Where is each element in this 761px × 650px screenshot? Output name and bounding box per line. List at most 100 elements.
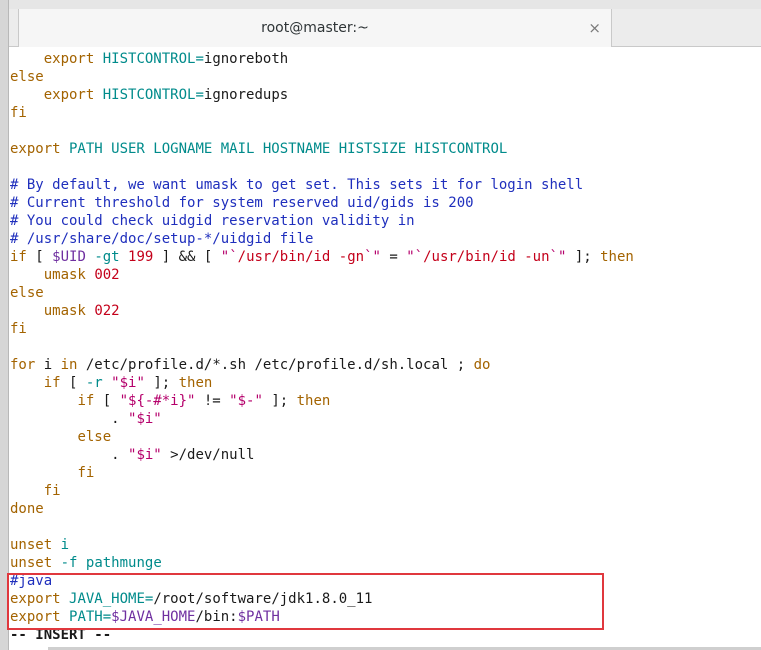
code-line: . "$i" — [10, 410, 761, 428]
code-line: #java — [10, 572, 761, 590]
code-token: [ — [94, 393, 120, 409]
code-token: if — [77, 393, 95, 409]
code-token: for — [10, 357, 36, 373]
code-token: umask — [43, 303, 86, 319]
code-token: unset — [10, 537, 53, 553]
code-token: . — [10, 411, 129, 427]
code-token: ] && [ — [153, 249, 221, 265]
code-token: i — [60, 537, 70, 553]
code-line: fi — [10, 104, 761, 122]
code-token: = — [380, 249, 407, 265]
code-token: export — [43, 51, 95, 67]
window-title: root@master:~ — [261, 20, 369, 36]
code-token: if — [10, 249, 27, 265]
code-line: fi — [10, 464, 761, 482]
code-line: if [ "${-#*i}" != "$-" ]; then — [10, 392, 761, 410]
code-token: if — [43, 375, 61, 391]
code-token: fi — [43, 483, 61, 499]
code-line: # You could check uidgid reservation val… — [10, 212, 761, 230]
code-token: `" — [364, 249, 381, 265]
code-token: #java — [10, 573, 53, 589]
code-token: "${-#*i}" — [119, 393, 196, 409]
code-token: -f — [60, 555, 78, 571]
code-token: HISTCONTROL= — [102, 51, 204, 67]
code-token: else — [10, 69, 44, 85]
code-line: umask 002 — [10, 266, 761, 284]
terminal-tab[interactable]: root@master:~ × — [18, 9, 612, 47]
code-line: unset i — [10, 536, 761, 554]
code-token: "` — [220, 249, 238, 265]
code-token: "$i" — [128, 447, 162, 463]
code-token: $PATH — [237, 609, 280, 625]
code-line: else — [10, 68, 761, 86]
code-token: # By default, we want umask to get set. … — [10, 177, 584, 193]
code-line: export PATH=$JAVA_HOME/bin:$PATH — [10, 608, 761, 626]
code-token: fi — [77, 465, 95, 481]
code-token: done — [10, 501, 44, 517]
code-token: in — [60, 357, 78, 373]
top-frame — [0, 0, 761, 9]
code-token: 022 — [94, 303, 120, 319]
code-token: PATH USER LOGNAME MAIL HOSTNAME HISTSIZE… — [60, 141, 508, 157]
code-token: then — [600, 249, 634, 265]
code-token: /root/software/jdk1.8.0_11 — [153, 591, 373, 607]
code-token: HISTCONTROL= — [102, 87, 204, 103]
code-token: ignoreboth — [203, 51, 289, 67]
code-token: then — [296, 393, 331, 409]
code-token: # /usr/share/doc/setup-*/uidgid file — [10, 231, 314, 247]
code-token: then — [178, 375, 213, 391]
code-token: else — [10, 285, 44, 301]
code-token: [ — [60, 375, 86, 391]
code-token: "$-" — [229, 393, 263, 409]
code-token: export — [10, 141, 61, 157]
code-token: "` — [406, 249, 424, 265]
code-line: if [ -r "$i" ]; then — [10, 374, 761, 392]
code-token: 199 — [128, 249, 154, 265]
code-token: -r — [85, 375, 103, 391]
code-line: umask 022 — [10, 302, 761, 320]
code-token: ignoredups — [203, 87, 289, 103]
code-token: export — [43, 87, 95, 103]
code-token: umask — [43, 267, 86, 283]
code-token: -- INSERT -- — [10, 627, 112, 643]
code-token: export — [10, 591, 61, 607]
code-token: else — [77, 429, 112, 445]
code-line: export HISTCONTROL=ignoredups — [10, 86, 761, 104]
code-token: export — [10, 609, 61, 625]
code-token: ]; — [262, 393, 297, 409]
code-token: fi — [10, 321, 27, 337]
code-line: export PATH USER LOGNAME MAIL HOSTNAME H… — [10, 140, 761, 158]
left-window-edge — [0, 0, 9, 650]
code-line: # /usr/share/doc/setup-*/uidgid file — [10, 230, 761, 248]
close-icon[interactable]: × — [588, 19, 601, 37]
code-token: $JAVA_HOME — [111, 609, 196, 625]
code-token: >/dev/null — [161, 447, 255, 463]
code-token: /etc/profile.d/*.sh /etc/profile.d/sh.lo… — [77, 357, 474, 373]
code-token: PATH= — [69, 609, 112, 625]
code-line: else — [10, 284, 761, 302]
terminal-editor[interactable]: export HISTCONTROL=ignoreboth else export… — [10, 50, 761, 650]
terminal-titlebar: root@master:~ × — [9, 9, 761, 47]
vim-mode-status: -- INSERT -- — [10, 626, 761, 644]
code-token: . — [10, 447, 129, 463]
code-token: # You could check uidgid reservation val… — [10, 213, 415, 229]
code-line: else — [10, 428, 761, 446]
code-token: fi — [10, 105, 27, 121]
